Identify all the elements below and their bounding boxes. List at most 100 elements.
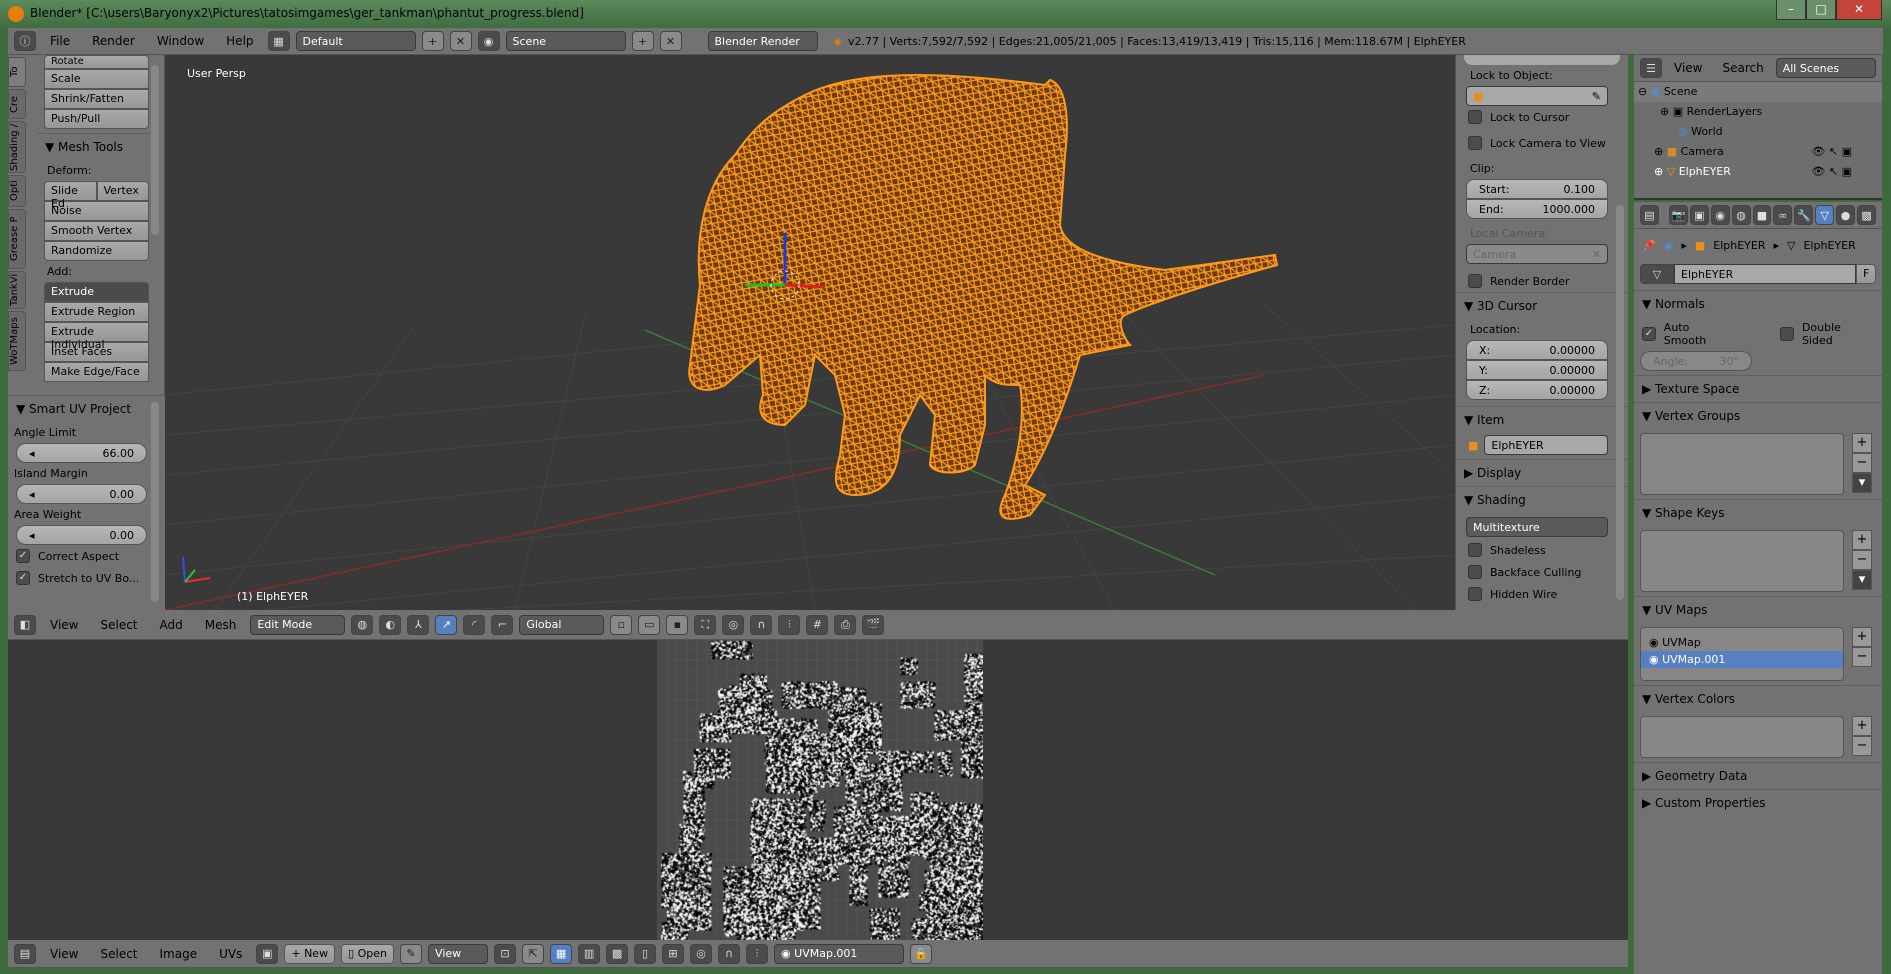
outliner-item-renderlayers[interactable]: ⊕ ▣ RenderLayers (1634, 102, 1882, 122)
snap-element-icon[interactable]: ⫶ (778, 614, 801, 635)
proportional-edit-icon[interactable]: ◎ (722, 614, 745, 635)
maximize-button[interactable]: □ (1806, 0, 1836, 20)
mesh-tools-header[interactable]: ▼ Mesh Tools (37, 133, 149, 160)
remove-uv-map-button[interactable]: − (1852, 647, 1872, 667)
sync-selection-icon[interactable]: ⇱ (522, 943, 545, 964)
tab-tankvi[interactable]: TankVi (8, 271, 26, 309)
editor-type-icon[interactable]: ◧ (14, 614, 36, 635)
vertex-colors-list[interactable] (1640, 716, 1844, 758)
add-vertex-group-button[interactable]: + (1852, 433, 1872, 453)
pin-icon[interactable]: 📌 (1642, 239, 1656, 252)
uv-map-item-selected[interactable]: ◉ UVMap.001 (1641, 651, 1843, 668)
3d-cursor-header[interactable]: ▼ 3D Cursor (1456, 292, 1628, 319)
shadeless-checkbox[interactable]: Shadeless (1456, 539, 1628, 561)
menu-window[interactable]: Window (149, 34, 212, 48)
pin-icon[interactable]: ✎ (400, 943, 423, 964)
menu-view[interactable]: View (42, 947, 86, 961)
extrude-individual-button[interactable]: Extrude Individual (44, 322, 149, 351)
sticky-select-icon[interactable]: ⊞ (662, 943, 685, 964)
clip-start-field[interactable]: Start: 0.100 (1466, 179, 1608, 199)
outliner-menu-search[interactable]: Search (1714, 61, 1771, 75)
cursor-y-field[interactable]: Y: 0.00000 (1466, 360, 1608, 380)
smart-uv-header[interactable]: ▼ Smart UV Project (8, 396, 165, 422)
lens-field[interactable] (1464, 55, 1620, 65)
outliner-item-scene[interactable]: ⊖ ◉ Scene (1634, 82, 1882, 102)
hidden-wire-checkbox[interactable]: Hidden Wire (1456, 583, 1628, 605)
item-header[interactable]: ▼ Item (1456, 406, 1628, 433)
uv-maps-header[interactable]: ▼ UV Maps (1634, 596, 1882, 623)
angle-field[interactable]: Angle: 30° (1640, 351, 1752, 371)
info-editor-icon[interactable]: ⓘ (14, 31, 36, 51)
close-button[interactable]: ✕ (1836, 0, 1882, 20)
view-mode-selector[interactable]: View (428, 943, 489, 964)
vertex-groups-list[interactable] (1640, 433, 1844, 495)
snap-icon[interactable]: ∩ (718, 943, 741, 964)
scale-button[interactable]: Scale (44, 69, 149, 89)
material-tab-icon[interactable]: ● (1836, 205, 1856, 225)
uv-edge-select-icon[interactable]: ▥ (578, 943, 601, 964)
render-border-checkbox[interactable]: Render Border (1456, 270, 1628, 292)
translate-manipulator-icon[interactable]: ↗ (435, 614, 458, 635)
cursor-x-field[interactable]: X: 0.00000 (1466, 340, 1608, 360)
lock-camera-checkbox[interactable]: Lock Camera to View (1456, 132, 1628, 154)
vertex-groups-header[interactable]: ▼ Vertex Groups (1634, 402, 1882, 429)
double-sided-checkbox[interactable]: Double Sided (1772, 317, 1882, 351)
remove-vertex-group-button[interactable]: − (1852, 453, 1872, 473)
shrink-fatten-button[interactable]: Shrink/Fatten (44, 89, 149, 109)
face-select-icon[interactable]: ▪ (666, 614, 689, 635)
remove-scene-button[interactable]: ✕ (659, 31, 682, 51)
layout-selector[interactable]: Default (295, 31, 416, 51)
remove-vertex-color-button[interactable]: − (1852, 736, 1872, 756)
slide-edge-button[interactable]: Slide Ed (44, 181, 97, 210)
uv-map-item[interactable]: ◉ UVMap (1641, 634, 1843, 651)
pivot-icon[interactable]: ⊡ (494, 943, 517, 964)
auto-smooth-checkbox[interactable]: ✓ Auto Smooth (1634, 317, 1742, 351)
scene-selector[interactable]: Scene (505, 31, 626, 51)
operator-scrollbar[interactable] (151, 402, 159, 602)
menu-select[interactable]: Select (92, 618, 145, 632)
lock-icon[interactable]: 🔒 (910, 943, 933, 964)
backface-culling-checkbox[interactable]: Backface Culling (1456, 561, 1628, 583)
tab-shading[interactable]: Shading / (8, 121, 26, 173)
mesh-name-field[interactable]: ElphEYER (1674, 264, 1856, 284)
rotate-button[interactable]: Rotate (44, 55, 149, 69)
make-edge-face-button[interactable]: Make Edge/Face (44, 362, 149, 382)
add-layout-button[interactable]: + (421, 31, 444, 51)
snap-element-icon[interactable]: ⫶ (746, 943, 769, 964)
rotate-manipulator-icon[interactable]: ◜ (463, 614, 486, 635)
mode-selector[interactable]: Edit Mode (250, 614, 346, 635)
noise-button[interactable]: Noise (44, 201, 149, 221)
fake-user-button[interactable]: F (1856, 264, 1876, 284)
minimize-button[interactable]: – (1776, 0, 1806, 20)
menu-add[interactable]: Add (152, 618, 191, 632)
opengl-render-icon[interactable]: ⎙ (834, 614, 857, 635)
viewport-shading-icon[interactable]: ◍ (351, 614, 374, 635)
area-weight-field[interactable]: ◂ 0.00 (16, 525, 147, 545)
scene-tab-icon[interactable]: ◉ (1710, 205, 1730, 225)
extrude-dropdown[interactable]: Extrude (44, 282, 149, 302)
vertex-colors-header[interactable]: ▼ Vertex Colors (1634, 685, 1882, 712)
shading-header[interactable]: ▼ Shading (1456, 486, 1628, 513)
menu-select[interactable]: Select (92, 947, 145, 961)
scale-manipulator-icon[interactable]: ⌐ (491, 614, 514, 635)
shading-mode-selector[interactable]: Multitexture (1466, 517, 1608, 537)
randomize-button[interactable]: Randomize (44, 241, 149, 261)
remove-shape-key-button[interactable]: − (1852, 550, 1872, 570)
vertex-group-menu-button[interactable]: ▾ (1852, 473, 1872, 493)
normals-header[interactable]: ▼ Normals (1634, 290, 1882, 317)
shape-key-menu-button[interactable]: ▾ (1852, 570, 1872, 590)
menu-render[interactable]: Render (84, 34, 143, 48)
modifiers-tab-icon[interactable]: 🔧 (1794, 205, 1814, 225)
scene-icon[interactable]: ◉ (477, 31, 500, 51)
occlude-geometry-icon[interactable]: ⛶ (694, 614, 717, 635)
geometry-data-header[interactable]: ▶ Geometry Data (1634, 762, 1882, 789)
outliner-item-camera[interactable]: ⊕ ■ Camera 👁 ↖ ▣ (1634, 142, 1882, 162)
new-image-button[interactable]: + New (284, 943, 336, 964)
data-tab-icon[interactable]: ▽ (1815, 205, 1835, 225)
lock-object-field[interactable]: ■ ✎ (1466, 86, 1608, 106)
uv-face-select-icon[interactable]: ▩ (606, 943, 629, 964)
tab-wotmaps[interactable]: WoTMaps (8, 311, 26, 371)
outliner-item-elpheyer[interactable]: ⊕ ▽ ElphEYER 👁 ↖ ▣ (1634, 162, 1882, 182)
shape-keys-header[interactable]: ▼ Shape Keys (1634, 499, 1882, 526)
angle-limit-field[interactable]: ◂ 66.00 (16, 443, 147, 463)
